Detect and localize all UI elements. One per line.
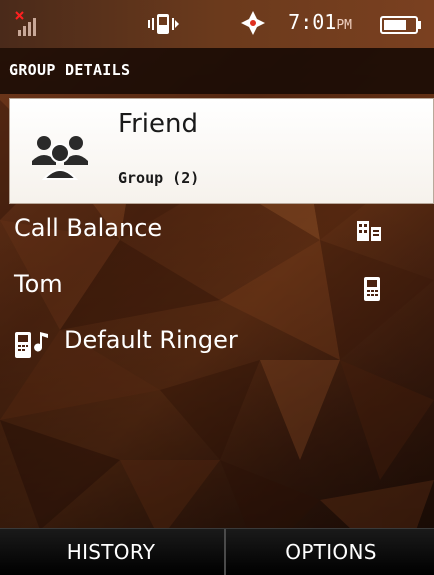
business-icon [357,221,381,241]
group-name: Friend [118,109,198,139]
page-title: GROUP DETAILS [9,61,131,79]
list-item-ringer[interactable]: Default Ringer [0,318,434,366]
ringer-label: Default Ringer [64,326,238,354]
list-item-call-balance[interactable]: Call Balance [0,206,434,254]
history-softkey[interactable]: HISTORY [0,529,222,575]
list-item-tom[interactable]: Tom [0,262,434,310]
softkey-bar: HISTORY OPTIONS [0,528,434,575]
battery-icon [380,16,421,34]
phone-screen: 7:01PM GROUP DETAILS Friend Group (2) Ca… [0,0,434,575]
vibrate-icon [148,14,179,34]
clock-time: 7:01 [288,10,337,34]
mobile-phone-icon [364,277,380,301]
contact-name: Call Balance [14,214,163,242]
phone-ringer-icon [15,332,48,358]
clock-ampm: PM [336,18,352,33]
no-signal-icon [15,11,36,36]
screen-header: GROUP DETAILS [0,48,434,94]
options-softkey[interactable]: OPTIONS [228,529,434,575]
clock: 7:01PM [288,10,352,34]
contact-name: Tom [14,270,63,298]
gps-icon [241,11,265,35]
status-bar: 7:01PM [0,0,434,48]
softkey-divider [224,529,226,575]
group-people-icon [32,136,88,180]
group-card[interactable]: Friend Group (2) [9,98,434,204]
group-subtitle: Group (2) [118,169,200,187]
